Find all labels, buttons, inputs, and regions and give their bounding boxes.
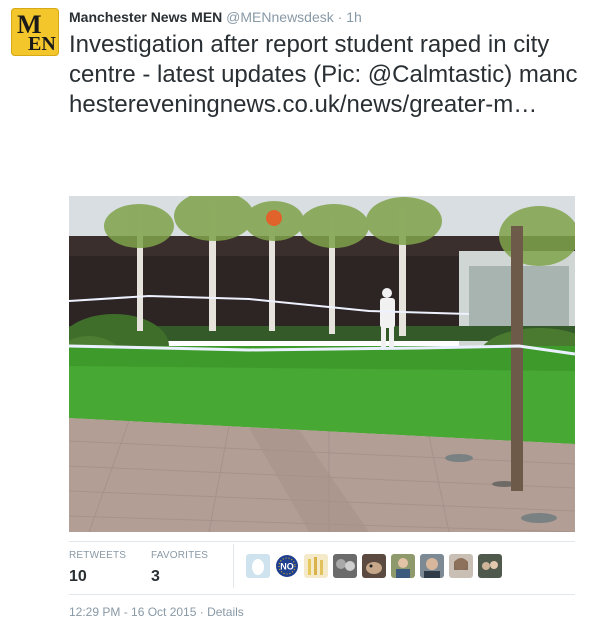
avatar-logo-en: EN: [28, 33, 56, 55]
author-handle[interactable]: @MENnewsdesk: [226, 9, 334, 25]
egg-avatar[interactable]: [246, 554, 270, 578]
tweet-text: Investigation after report student raped…: [69, 30, 584, 120]
author-avatar[interactable]: M EN: [11, 8, 59, 56]
person-avatar[interactable]: [391, 554, 415, 578]
stats-divider: [69, 541, 575, 542]
footer-separator: ·: [199, 605, 204, 619]
tweet-time-ago[interactable]: 1h: [346, 9, 362, 25]
group-avatar[interactable]: [478, 554, 502, 578]
retweets-stat[interactable]: RETWEETS 10: [69, 550, 126, 586]
no-badge-avatar[interactable]: NO: [275, 554, 299, 578]
tweet-photo[interactable]: [69, 196, 575, 532]
tweet-footer: 12:29 PM - 16 Oct 2015 · Details: [69, 605, 244, 619]
retweets-label: RETWEETS: [69, 550, 127, 561]
favorites-count: 3: [151, 568, 160, 585]
details-link[interactable]: Details: [207, 605, 244, 619]
footer-divider: [69, 594, 575, 595]
bottles-avatar[interactable]: [304, 554, 328, 578]
people-avatar[interactable]: [333, 554, 357, 578]
favorites-label: FAVORITES: [151, 550, 209, 561]
retweets-count: 10: [69, 568, 87, 585]
man-avatar[interactable]: [420, 554, 444, 578]
woman-avatar[interactable]: [449, 554, 473, 578]
tweet-timestamp[interactable]: 12:29 PM - 16 Oct 2015: [69, 605, 196, 619]
tweet-header: Manchester News MEN @MENnewsdesk · 1h: [69, 9, 362, 25]
header-separator: ·: [337, 9, 343, 25]
author-name[interactable]: Manchester News MEN: [69, 9, 222, 25]
favorites-stat[interactable]: FAVORITES 3: [151, 550, 208, 586]
dog-avatar[interactable]: [362, 554, 386, 578]
stats-separator: [233, 544, 234, 588]
no-badge-text: NO: [280, 562, 294, 572]
tweet-body: Investigation after report student raped…: [69, 31, 550, 88]
